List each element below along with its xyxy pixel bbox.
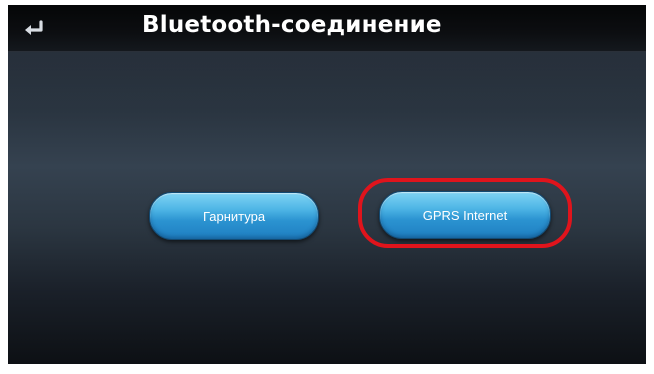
back-button[interactable] bbox=[14, 13, 54, 45]
gprs-internet-button[interactable]: GPRS Internet bbox=[379, 191, 551, 239]
gprs-internet-button-label: GPRS Internet bbox=[422, 207, 508, 223]
headset-button[interactable]: Гарнитура bbox=[149, 192, 319, 240]
device-screen: Bluetooth-соединение Гарнитура GPRS Inte… bbox=[8, 5, 646, 364]
back-return-arrow-icon bbox=[25, 20, 43, 35]
background-glow bbox=[8, 52, 646, 112]
title-bar: Bluetooth-соединение bbox=[8, 5, 646, 52]
page-title: Bluetooth-соединение bbox=[142, 12, 442, 38]
headset-button-label: Гарнитура bbox=[202, 208, 266, 224]
